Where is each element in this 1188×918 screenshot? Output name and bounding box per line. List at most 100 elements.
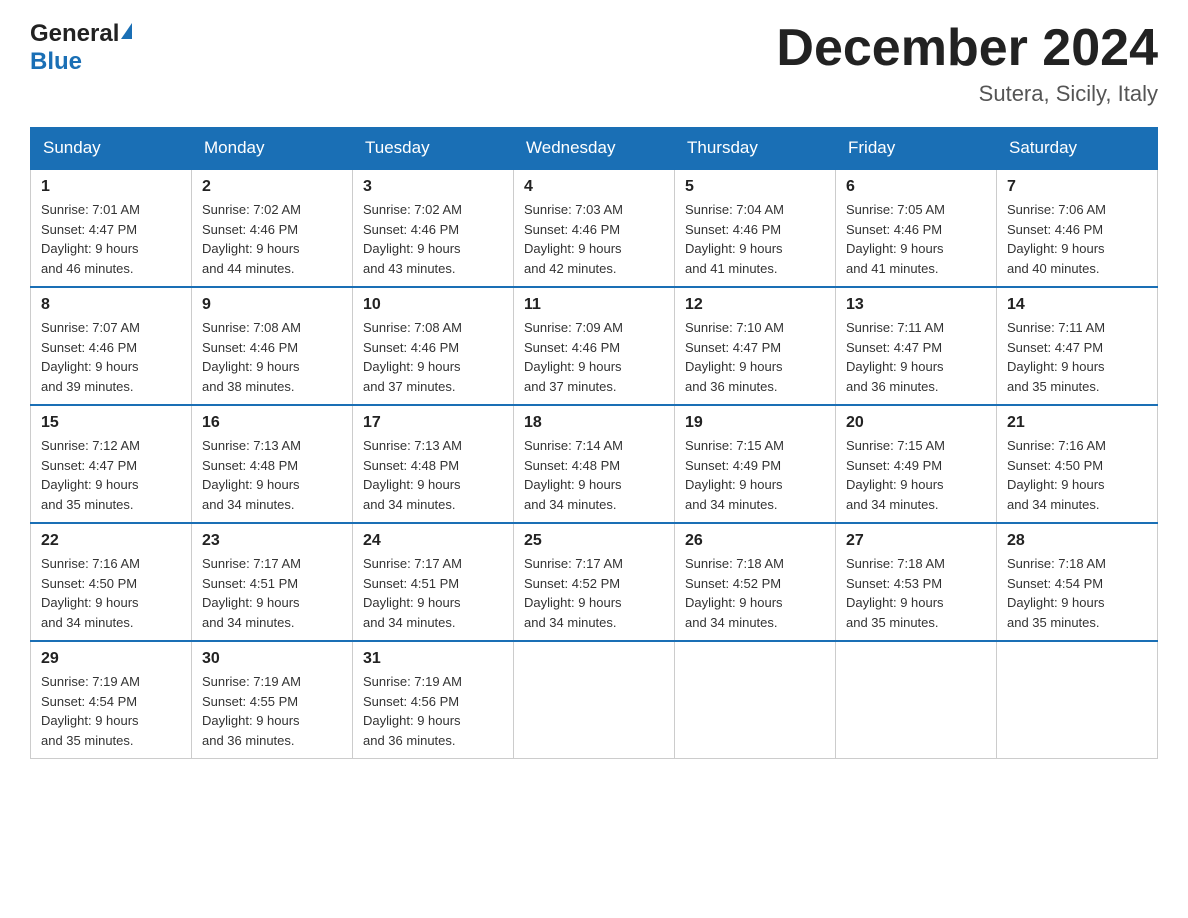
header-monday: Monday [192, 128, 353, 170]
day-number: 14 [1007, 296, 1147, 314]
header-wednesday: Wednesday [514, 128, 675, 170]
day-number: 24 [363, 532, 503, 550]
day-info: Sunrise: 7:17 AMSunset: 4:51 PMDaylight:… [363, 554, 503, 632]
day-info: Sunrise: 7:02 AMSunset: 4:46 PMDaylight:… [202, 200, 342, 278]
day-number: 7 [1007, 178, 1147, 196]
calendar-cell: 8 Sunrise: 7:07 AMSunset: 4:46 PMDaylight… [31, 287, 192, 405]
logo-general: General [30, 20, 132, 48]
week-row-1: 1Sunrise: 7:01 AMSunset: 4:47 PMDaylight… [31, 169, 1158, 287]
day-number: 17 [363, 414, 503, 432]
location-title: Sutera, Sicily, Italy [776, 81, 1158, 107]
day-number: 5 [685, 178, 825, 196]
day-info: Sunrise: 7:15 AMSunset: 4:49 PMDaylight:… [846, 436, 986, 514]
day-number: 21 [1007, 414, 1147, 432]
day-number: 3 [363, 178, 503, 196]
day-info: Sunrise: 7:09 AMSunset: 4:46 PMDaylight:… [524, 318, 664, 396]
day-info: Sunrise: 7:02 AMSunset: 4:46 PMDaylight:… [363, 200, 503, 278]
week-row-5: 29 Sunrise: 7:19 AMSunset: 4:54 PMDayligh… [31, 641, 1158, 759]
day-info: Sunrise: 7:07 AMSunset: 4:46 PMDaylight:… [41, 318, 181, 396]
day-info: Sunrise: 7:13 AMSunset: 4:48 PMDaylight:… [363, 436, 503, 514]
calendar-cell: 7Sunrise: 7:06 AMSunset: 4:46 PMDaylight… [997, 169, 1158, 287]
week-row-2: 8 Sunrise: 7:07 AMSunset: 4:46 PMDaylight… [31, 287, 1158, 405]
calendar-cell: 6Sunrise: 7:05 AMSunset: 4:46 PMDaylight… [836, 169, 997, 287]
calendar-cell: 29 Sunrise: 7:19 AMSunset: 4:54 PMDayligh… [31, 641, 192, 759]
day-info: Sunrise: 7:17 AMSunset: 4:51 PMDaylight:… [202, 554, 342, 632]
day-number: 13 [846, 296, 986, 314]
day-number: 4 [524, 178, 664, 196]
calendar-cell: 21 Sunrise: 7:16 AMSunset: 4:50 PMDayligh… [997, 405, 1158, 523]
day-number: 26 [685, 532, 825, 550]
day-number: 15 [41, 414, 181, 432]
day-number: 29 [41, 650, 181, 668]
calendar-cell [675, 641, 836, 759]
day-number: 22 [41, 532, 181, 550]
day-number: 19 [685, 414, 825, 432]
day-number: 23 [202, 532, 342, 550]
day-info: Sunrise: 7:19 AMSunset: 4:56 PMDaylight:… [363, 672, 503, 750]
header-friday: Friday [836, 128, 997, 170]
day-number: 27 [846, 532, 986, 550]
calendar-cell: 4 Sunrise: 7:03 AMSunset: 4:46 PMDaylight… [514, 169, 675, 287]
day-info: Sunrise: 7:19 AMSunset: 4:54 PMDaylight:… [41, 672, 181, 750]
calendar-cell: 1Sunrise: 7:01 AMSunset: 4:47 PMDaylight… [31, 169, 192, 287]
calendar-cell: 27Sunrise: 7:18 AMSunset: 4:53 PMDayligh… [836, 523, 997, 641]
weekday-header-row: Sunday Monday Tuesday Wednesday Thursday… [31, 128, 1158, 170]
day-info: Sunrise: 7:18 AMSunset: 4:52 PMDaylight:… [685, 554, 825, 632]
day-info: Sunrise: 7:18 AMSunset: 4:54 PMDaylight:… [1007, 554, 1147, 632]
calendar-cell: 15 Sunrise: 7:12 AMSunset: 4:47 PMDayligh… [31, 405, 192, 523]
calendar-cell: 26 Sunrise: 7:18 AMSunset: 4:52 PMDayligh… [675, 523, 836, 641]
calendar-cell [836, 641, 997, 759]
day-number: 25 [524, 532, 664, 550]
calendar-cell: 11 Sunrise: 7:09 AMSunset: 4:46 PMDayligh… [514, 287, 675, 405]
day-info: Sunrise: 7:11 AMSunset: 4:47 PMDaylight:… [1007, 318, 1147, 396]
header-saturday: Saturday [997, 128, 1158, 170]
calendar-cell: 19 Sunrise: 7:15 AMSunset: 4:49 PMDayligh… [675, 405, 836, 523]
day-number: 20 [846, 414, 986, 432]
day-number: 28 [1007, 532, 1147, 550]
calendar-cell: 22Sunrise: 7:16 AMSunset: 4:50 PMDayligh… [31, 523, 192, 641]
day-info: Sunrise: 7:16 AMSunset: 4:50 PMDaylight:… [1007, 436, 1147, 514]
day-info: Sunrise: 7:15 AMSunset: 4:49 PMDaylight:… [685, 436, 825, 514]
day-info: Sunrise: 7:03 AMSunset: 4:46 PMDaylight:… [524, 200, 664, 278]
logo: General Blue [30, 20, 132, 75]
calendar-cell: 16Sunrise: 7:13 AMSunset: 4:48 PMDayligh… [192, 405, 353, 523]
week-row-3: 15 Sunrise: 7:12 AMSunset: 4:47 PMDayligh… [31, 405, 1158, 523]
calendar-cell: 25 Sunrise: 7:17 AMSunset: 4:52 PMDayligh… [514, 523, 675, 641]
day-number: 2 [202, 178, 342, 196]
header-sunday: Sunday [31, 128, 192, 170]
page-header: General Blue December 2024 Sutera, Sicil… [30, 20, 1158, 107]
calendar-cell: 14 Sunrise: 7:11 AMSunset: 4:47 PMDayligh… [997, 287, 1158, 405]
calendar-cell [997, 641, 1158, 759]
week-row-4: 22Sunrise: 7:16 AMSunset: 4:50 PMDayligh… [31, 523, 1158, 641]
day-number: 9 [202, 296, 342, 314]
calendar-cell: 13Sunrise: 7:11 AMSunset: 4:47 PMDayligh… [836, 287, 997, 405]
calendar-cell: 30 Sunrise: 7:19 AMSunset: 4:55 PMDayligh… [192, 641, 353, 759]
day-number: 8 [41, 296, 181, 314]
calendar-cell [514, 641, 675, 759]
calendar-cell: 5 Sunrise: 7:04 AMSunset: 4:46 PMDaylight… [675, 169, 836, 287]
day-info: Sunrise: 7:19 AMSunset: 4:55 PMDaylight:… [202, 672, 342, 750]
title-section: December 2024 Sutera, Sicily, Italy [776, 20, 1158, 107]
day-info: Sunrise: 7:04 AMSunset: 4:46 PMDaylight:… [685, 200, 825, 278]
calendar-cell: 28 Sunrise: 7:18 AMSunset: 4:54 PMDayligh… [997, 523, 1158, 641]
day-info: Sunrise: 7:14 AMSunset: 4:48 PMDaylight:… [524, 436, 664, 514]
day-number: 6 [846, 178, 986, 196]
day-info: Sunrise: 7:13 AMSunset: 4:48 PMDaylight:… [202, 436, 342, 514]
day-info: Sunrise: 7:17 AMSunset: 4:52 PMDaylight:… [524, 554, 664, 632]
day-number: 31 [363, 650, 503, 668]
calendar-cell: 12Sunrise: 7:10 AMSunset: 4:47 PMDayligh… [675, 287, 836, 405]
month-title: December 2024 [776, 20, 1158, 77]
logo-blue: Blue [30, 48, 132, 76]
day-info: Sunrise: 7:12 AMSunset: 4:47 PMDaylight:… [41, 436, 181, 514]
day-number: 18 [524, 414, 664, 432]
calendar-cell: 10Sunrise: 7:08 AMSunset: 4:46 PMDayligh… [353, 287, 514, 405]
day-number: 30 [202, 650, 342, 668]
day-number: 1 [41, 178, 181, 196]
calendar-cell: 20 Sunrise: 7:15 AMSunset: 4:49 PMDayligh… [836, 405, 997, 523]
header-tuesday: Tuesday [353, 128, 514, 170]
calendar-cell: 23 Sunrise: 7:17 AMSunset: 4:51 PMDayligh… [192, 523, 353, 641]
calendar-table: Sunday Monday Tuesday Wednesday Thursday… [30, 127, 1158, 759]
day-number: 11 [524, 296, 664, 314]
day-info: Sunrise: 7:08 AMSunset: 4:46 PMDaylight:… [363, 318, 503, 396]
day-info: Sunrise: 7:10 AMSunset: 4:47 PMDaylight:… [685, 318, 825, 396]
